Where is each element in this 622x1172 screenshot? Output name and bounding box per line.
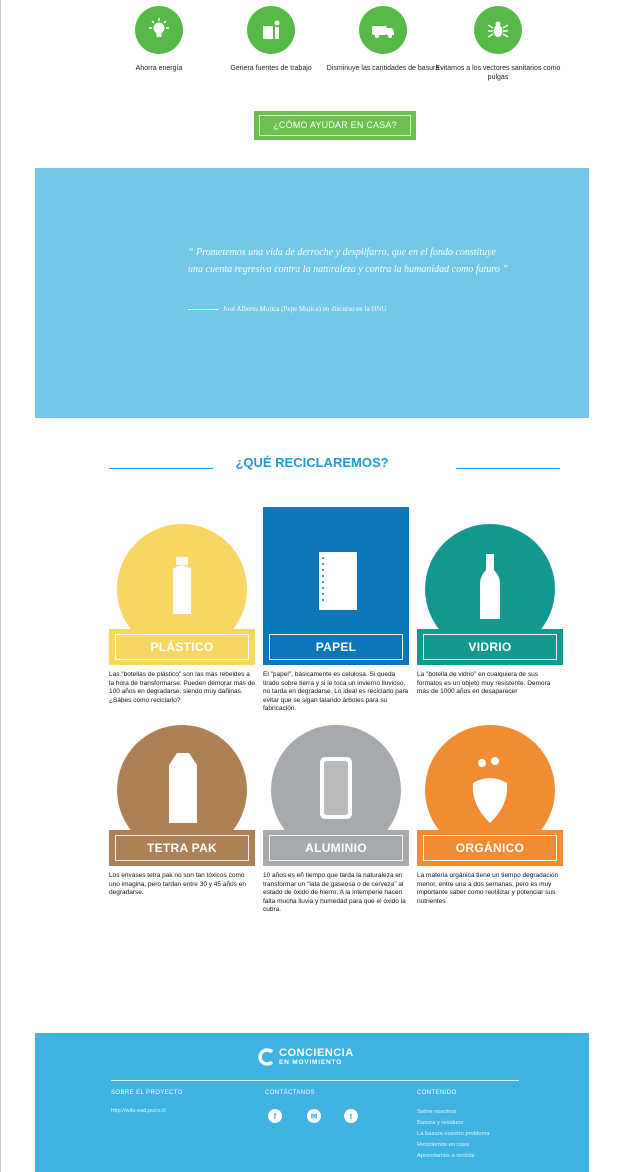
- author-dash: [188, 308, 218, 310]
- page: Ahorra energía Genera fuentes de trabajo…: [0, 0, 622, 1172]
- material-description: El "papel", básicamente es celulosa. Si …: [263, 671, 409, 713]
- footer: CONCIENCIA EN MOVIMIENTO SOBRE EL PROYEC…: [35, 1033, 589, 1172]
- material-label-box: ORGÁNICO: [417, 830, 563, 866]
- logo-mark-icon: [258, 1048, 274, 1066]
- material-label-box: PAPEL: [263, 629, 409, 665]
- material-label-box: VIDRIO: [417, 629, 563, 665]
- material-description: Las "botellas de plástico" son las más r…: [109, 671, 255, 704]
- quote-section: “ Prometemos una vida de derroche y desp…: [35, 168, 589, 418]
- material-name: PAPEL: [269, 634, 403, 660]
- material-name: TETRA PAK: [115, 835, 249, 861]
- twitter-icon[interactable]: t: [344, 1109, 358, 1123]
- lightbulb-icon: [135, 6, 183, 54]
- benefit-vectors: Evitamos a los vectores sanitarios como …: [428, 6, 568, 82]
- contact-heading: CONTÁCTANOS: [265, 1090, 315, 1096]
- how-to-help-button[interactable]: ¿CÓMO AYUDAR EN CASA?: [254, 111, 416, 140]
- benefit-label: Evitamos a los vectores sanitarios como …: [435, 65, 561, 81]
- material-description: La "botella de vidrio" en cualquiera de …: [417, 671, 551, 696]
- quote-text: “ Prometemos una vida de derroche y desp…: [188, 247, 508, 275]
- material-label-box: ALUMINIO: [263, 830, 409, 866]
- title-divider-right: [456, 468, 560, 469]
- content-link[interactable]: Basura y residuos: [417, 1120, 463, 1126]
- content-link[interactable]: Reciclemos en casa: [417, 1142, 469, 1148]
- content-link[interactable]: Sobre nosotros: [417, 1109, 456, 1115]
- material-name: ORGÁNICO: [423, 835, 557, 861]
- worker-icon: [247, 6, 295, 54]
- material-description: Los envases tetra pak no son tan tóxicos…: [109, 872, 246, 897]
- logo-line-1: CONCIENCIA: [279, 1047, 354, 1059]
- benefits-section: Ahorra energía Genera fuentes de trabajo…: [35, 0, 589, 168]
- garbage-truck-icon: [359, 6, 407, 54]
- about-heading: SOBRE EL PROYECTO: [111, 1090, 183, 1096]
- content-link[interactable]: Aprendamos a reciclar: [417, 1153, 475, 1159]
- how-to-help-label: ¿CÓMO AYUDAR EN CASA?: [259, 115, 411, 136]
- brand-logo[interactable]: CONCIENCIA EN MOVIMIENTO: [257, 1047, 354, 1067]
- content-heading: CONTENIDO: [417, 1090, 457, 1096]
- material-description: 10 años es eñ tiempo que tarda la natura…: [263, 872, 406, 914]
- material-name: PLÁSTICO: [115, 634, 249, 660]
- email-icon[interactable]: ✉: [307, 1109, 321, 1123]
- logo-line-2: EN MOVIMIENTO: [279, 1059, 343, 1066]
- material-label-box: PLÁSTICO: [109, 629, 255, 665]
- material-label-box: TETRA PAK: [109, 830, 255, 866]
- material-name: VIDRIO: [423, 634, 557, 660]
- footer-divider: [111, 1080, 519, 1081]
- quote-author-name: José Alberto Mujica (Pepe Mujica) en dis…: [223, 305, 387, 313]
- material-description: La materia orgánica tiene un tiempo degr…: [417, 872, 559, 905]
- logo-text: CONCIENCIA EN MOVIMIENTO: [279, 1047, 354, 1067]
- quote-author: José Alberto Mujica (Pepe Mujica) en dis…: [188, 305, 387, 313]
- content-link[interactable]: La basura nuestro problema: [417, 1131, 490, 1137]
- bug-icon: [474, 6, 522, 54]
- facebook-icon[interactable]: f: [268, 1109, 282, 1123]
- about-link[interactable]: http://wiki.ead.pucv.cl: [111, 1108, 166, 1114]
- material-name: ALUMINIO: [269, 835, 403, 861]
